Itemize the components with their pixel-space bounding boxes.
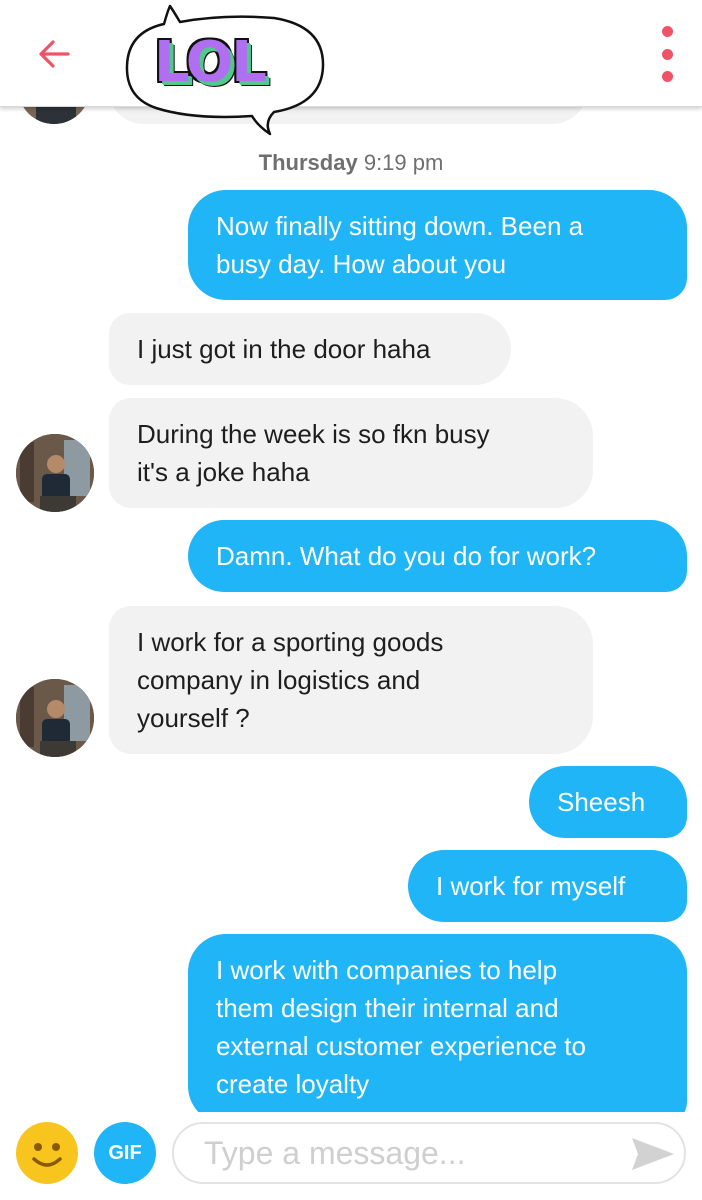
outgoing-message[interactable]: Sheesh	[529, 766, 687, 838]
emoji-button[interactable]	[16, 1122, 78, 1184]
message-input[interactable]	[172, 1122, 686, 1184]
timestamp-time: 9:19 pm	[363, 150, 444, 175]
message-composer: GIF	[0, 1112, 702, 1200]
smiley-face-icon	[32, 1143, 62, 1167]
chat-header	[0, 0, 702, 107]
message-timestamp: Thursday 9:19 pm	[0, 150, 702, 176]
outgoing-message[interactable]: Now finally sitting down. Been a busy da…	[188, 190, 687, 300]
incoming-message[interactable]: I just got in the door haha	[109, 313, 511, 385]
contact-photo	[16, 679, 94, 757]
contact-photo	[16, 434, 94, 512]
incoming-message[interactable]: I work for a sporting goods company in l…	[109, 606, 593, 754]
gif-button[interactable]: GIF	[94, 1122, 156, 1184]
arrow-left-icon	[39, 40, 70, 68]
send-arrow-icon[interactable]	[630, 1134, 676, 1174]
contact-avatar[interactable]	[16, 434, 94, 512]
more-vertical-icon	[661, 26, 673, 37]
more-options-button[interactable]	[652, 26, 682, 82]
contact-avatar[interactable]	[16, 679, 94, 757]
back-button[interactable]	[30, 30, 78, 78]
timestamp-day: Thursday	[258, 150, 358, 175]
outgoing-message[interactable]: I work for myself	[408, 850, 687, 922]
outgoing-message[interactable]: Damn. What do you do for work?	[188, 520, 687, 592]
lol-sticker-text: LOL	[154, 30, 267, 95]
outgoing-message[interactable]: I work with companies to help them desig…	[188, 934, 687, 1124]
incoming-message[interactable]: During the week is so fkn busy it's a jo…	[109, 398, 593, 508]
